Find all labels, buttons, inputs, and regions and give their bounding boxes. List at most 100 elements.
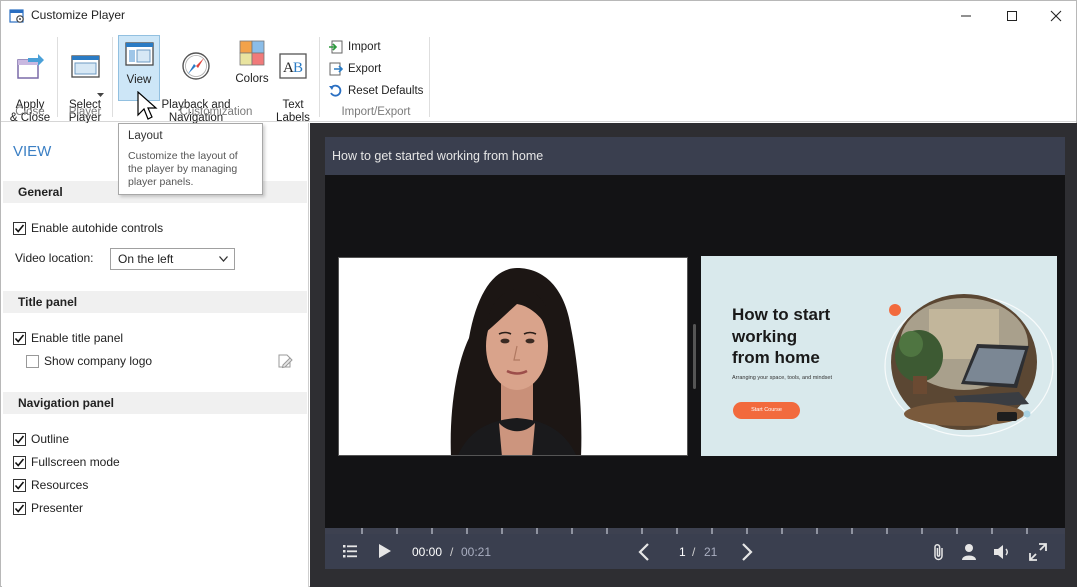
export-label: Export	[348, 63, 382, 75]
layout-tooltip: Layout Customize the layout of the playe…	[118, 123, 263, 195]
player-preview: How to get started working from home How…	[325, 137, 1065, 569]
current-slide-number: 1	[679, 545, 686, 559]
ribbon-separator	[112, 37, 113, 117]
svg-text:B: B	[293, 60, 303, 76]
presenter-label: Presenter	[31, 501, 84, 515]
view-label: View	[126, 74, 152, 86]
slide-preview: How to start working from home Arranging…	[701, 256, 1057, 456]
color-palette-icon	[239, 40, 265, 66]
total-slides: 21	[704, 545, 718, 559]
video-location-select[interactable]: On the left	[110, 248, 235, 270]
player-window-icon	[71, 55, 100, 78]
show-company-logo-checkbox[interactable]: Show company logo	[26, 354, 152, 368]
text-labels-icon: A B	[279, 53, 307, 79]
import-label: Import	[348, 41, 381, 53]
ribbon-separator	[429, 37, 430, 117]
playback-navigation-button[interactable]: Playback and Navigation	[161, 35, 231, 124]
outline-checkbox[interactable]: Outline	[13, 432, 69, 446]
tooltip-title: Layout	[128, 130, 163, 142]
checkbox-unchecked-icon	[26, 354, 39, 368]
presenter-checkbox[interactable]: Presenter	[13, 501, 83, 515]
enable-title-panel-checkbox[interactable]: Enable title panel	[13, 331, 123, 345]
maximize-button[interactable]	[989, 1, 1035, 31]
presenter-portrait-image	[339, 258, 687, 455]
next-slide-icon[interactable]	[741, 543, 753, 561]
import-button[interactable]: Import	[329, 37, 381, 57]
current-time: 00:00	[412, 545, 443, 559]
reset-defaults-label: Reset Defaults	[348, 85, 424, 97]
play-icon[interactable]	[378, 543, 392, 559]
video-location-label: Video location:	[15, 251, 94, 265]
attachment-icon[interactable]	[932, 543, 946, 561]
resources-checkbox[interactable]: Resources	[13, 478, 88, 492]
reset-icon	[329, 84, 342, 97]
presenter-video	[338, 257, 688, 456]
checkbox-checked-icon	[13, 455, 26, 469]
colors-button[interactable]: Colors	[233, 35, 271, 101]
export-button[interactable]: Export	[329, 59, 381, 79]
outline-list-icon[interactable]	[342, 543, 358, 559]
fullscreen-icon[interactable]	[1029, 543, 1047, 561]
panel-heading: VIEW	[13, 143, 52, 160]
section-navigation-panel: Navigation panel	[3, 392, 307, 414]
slide-subtitle: Arranging your space, tools, and mindset	[732, 375, 832, 381]
group-label-import-export: Import/Export	[341, 106, 411, 118]
import-icon	[329, 40, 343, 54]
customize-player-window: Customize Player Apply & Close Close Sel…	[0, 0, 1077, 587]
ribbon-separator	[57, 37, 58, 117]
player-title-bar: How to get started working from home	[325, 137, 1065, 175]
dropdown-arrow-icon	[97, 93, 104, 97]
minimize-button[interactable]	[943, 1, 989, 31]
layout-icon	[125, 42, 154, 66]
window-title: Customize Player	[31, 8, 126, 22]
time-separator: /	[450, 545, 454, 559]
text-labels-button[interactable]: A B Text Labels	[274, 35, 312, 124]
volume-icon[interactable]	[993, 543, 1011, 561]
panel-splitter[interactable]	[693, 324, 696, 389]
slide-separator: /	[692, 545, 696, 559]
start-course-button: Start Course	[733, 402, 800, 419]
home-office-photo	[884, 294, 1054, 437]
company-logo-label: Show company logo	[44, 354, 153, 368]
autohide-controls-checkbox[interactable]: Enable autohide controls	[13, 221, 163, 235]
fullscreen-mode-label: Fullscreen mode	[31, 455, 120, 469]
checkbox-checked-icon	[13, 478, 26, 492]
compass-icon	[182, 52, 210, 80]
autohide-label: Enable autohide controls	[31, 221, 164, 235]
colors-label: Colors	[235, 73, 269, 85]
previous-slide-icon[interactable]	[638, 543, 650, 561]
export-icon	[329, 62, 343, 76]
app-gear-icon	[9, 9, 24, 23]
slide-title: How to start working from home	[732, 305, 831, 367]
duration: 00:21	[461, 545, 492, 559]
player-controls: 00:00 / 00:21 1 / 21	[325, 534, 1065, 569]
fullscreen-mode-checkbox[interactable]: Fullscreen mode	[13, 455, 120, 469]
group-label-player: Player	[68, 106, 102, 118]
apply-close-icon	[17, 54, 44, 79]
apply-close-button[interactable]: Apply & Close	[7, 35, 53, 124]
checkbox-checked-icon	[13, 221, 26, 235]
resources-label: Resources	[31, 478, 89, 492]
maximize-icon	[1007, 11, 1017, 21]
minimize-icon	[961, 15, 971, 17]
ribbon-separator	[319, 37, 320, 117]
player-preview-area: How to get started working from home How…	[310, 123, 1077, 587]
reset-defaults-button[interactable]: Reset Defaults	[329, 81, 423, 101]
title-bar: Customize Player	[1, 1, 1076, 31]
ribbon-toolbar: Apply & Close Close Select Player Player…	[1, 31, 1076, 124]
chevron-down-icon	[219, 256, 228, 262]
close-button[interactable]	[1033, 1, 1077, 31]
tooltip-body: Customize the layout of the player by ma…	[128, 150, 238, 188]
video-location-value: On the left	[118, 252, 174, 266]
enable-title-label: Enable title panel	[31, 331, 124, 345]
presenter-icon[interactable]	[961, 543, 977, 561]
mouse-pointer-icon	[137, 91, 158, 120]
checkbox-checked-icon	[13, 432, 26, 446]
select-player-button[interactable]: Select Player	[62, 35, 108, 124]
checkbox-checked-icon	[13, 501, 26, 515]
edit-logo-icon[interactable]	[277, 353, 293, 369]
section-title-panel: Title panel	[3, 291, 307, 313]
checkbox-checked-icon	[13, 331, 26, 345]
outline-label: Outline	[31, 432, 70, 446]
course-title: How to get started working from home	[332, 149, 544, 163]
